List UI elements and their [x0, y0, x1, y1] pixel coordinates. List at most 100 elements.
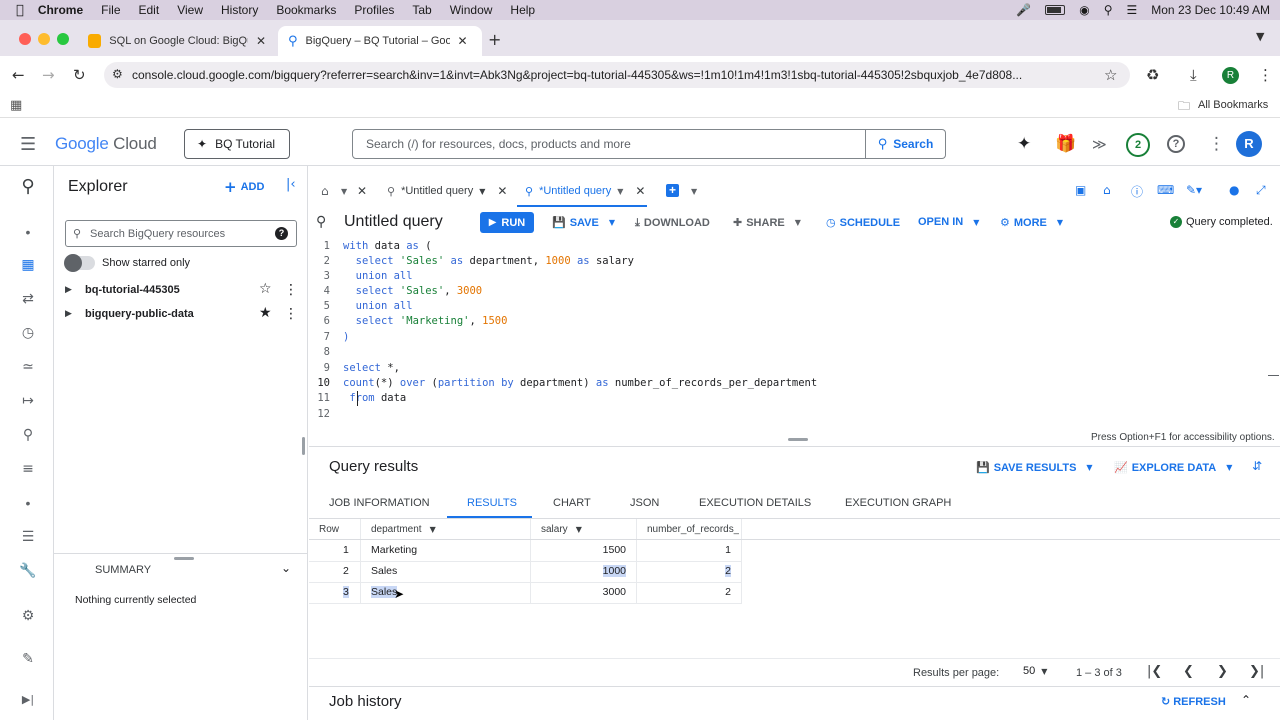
browser-menu-icon[interactable]: ⋮ — [1258, 66, 1273, 84]
share-button[interactable]: ✚ SHARE ▼ — [733, 216, 801, 229]
per-page-select[interactable]: 50 ▼ — [1023, 665, 1047, 677]
query-tab-active[interactable]: ⚲ *Untitled query ▼ ✕ — [525, 184, 645, 198]
explore-data-button[interactable]: 📈 EXPLORE DATA ▼ — [1114, 461, 1232, 474]
downloads-icon[interactable]: ⤓ — [1190, 66, 1197, 84]
menubar-file[interactable]: File — [101, 3, 120, 17]
menubar-window[interactable]: Window — [450, 3, 493, 17]
cell-salary[interactable]: 1500 — [540, 540, 626, 561]
menubar-profiles[interactable]: Profiles — [354, 3, 394, 17]
back-icon[interactable]: ← — [12, 66, 25, 84]
window-zoom-icon[interactable] — [57, 33, 69, 45]
tab-close-icon[interactable]: ✕ — [497, 184, 507, 198]
tab-search-icon[interactable]: ▼ — [1256, 30, 1264, 43]
previous-page-icon[interactable]: ❮ — [1183, 664, 1194, 679]
cell-department[interactable]: Marketing — [371, 540, 417, 561]
menubar-clock[interactable]: Mon 23 Dec 10:49 AM — [1151, 3, 1270, 17]
starred-toggle[interactable] — [64, 254, 95, 272]
google-cloud-logo[interactable]: Google Cloud — [55, 134, 157, 154]
monitoring-icon[interactable]: ☰ — [18, 529, 38, 545]
cell-salary[interactable]: 3000 — [540, 582, 626, 603]
save-button[interactable]: 💾 SAVE ▼ — [552, 216, 615, 229]
column-header-row[interactable]: Row — [319, 519, 339, 540]
new-query-button[interactable]: + — [666, 184, 679, 197]
format-query-icon[interactable]: ✎▾ — [1186, 183, 1202, 197]
expand-rail-icon[interactable]: ▶| — [18, 693, 38, 706]
gcp-search-input[interactable]: Search (/) for resources, docs, products… — [352, 129, 866, 159]
more-vert-icon[interactable]: ⋮ — [1208, 134, 1225, 154]
project-picker-button[interactable]: ✦ BQ Tutorial — [184, 129, 290, 159]
gift-icon[interactable]: 🎁 — [1055, 134, 1076, 154]
star-filled-icon[interactable]: ★ — [259, 305, 272, 321]
profile-avatar[interactable]: R — [1222, 67, 1239, 84]
site-info-icon[interactable]: ⚙ — [112, 67, 123, 81]
help-icon[interactable]: ? — [1167, 135, 1185, 153]
cell-salary-selected[interactable]: 1000 — [540, 561, 626, 582]
save-results-button[interactable]: 💾 SAVE RESULTS ▼ — [976, 461, 1093, 474]
menubar-history[interactable]: History — [221, 3, 258, 17]
lightbulb-icon[interactable]: ● — [1229, 183, 1239, 197]
reload-icon[interactable]: ↻ — [73, 66, 86, 84]
panel-layout-icon[interactable]: ▣ — [1075, 183, 1086, 197]
first-page-icon[interactable]: |❮ — [1147, 664, 1162, 679]
editor-scroll-marker[interactable] — [1268, 375, 1279, 376]
menubar-app-name[interactable]: Chrome — [38, 3, 83, 17]
microphone-icon[interactable]: 🎤 — [1016, 3, 1031, 17]
project-node-label[interactable]: bigquery-public-data — [85, 308, 194, 320]
tab-job-information[interactable]: JOB INFORMATION — [329, 497, 430, 509]
column-header-count[interactable]: number_of_records_ — [647, 519, 739, 540]
tab-close-icon[interactable]: ✕ — [635, 184, 645, 198]
cell-row-number[interactable]: 1 — [343, 540, 349, 561]
column-header-salary[interactable]: salary ▼ — [541, 519, 582, 540]
run-button[interactable]: ▶ RUN — [480, 212, 534, 233]
project-more-icon[interactable]: ⋮ — [284, 282, 298, 298]
home-tab-close-icon[interactable]: ✕ — [357, 184, 367, 198]
explorer-search-input[interactable]: ⚲ Search BigQuery resources ? — [65, 220, 297, 247]
rail-dot-icon[interactable]: • — [18, 224, 38, 240]
project-node-label[interactable]: bq-tutorial-445305 — [85, 284, 180, 296]
collapse-job-history-icon[interactable]: ⌃ — [1241, 693, 1251, 707]
apps-grid-icon[interactable]: ▦ — [10, 98, 22, 113]
tab-results[interactable]: RESULTS — [467, 497, 517, 509]
collapse-explorer-icon[interactable]: |‹ — [286, 177, 296, 192]
summary-title[interactable]: SUMMARY — [95, 564, 151, 576]
all-bookmarks-link[interactable]: All Bookmarks — [1198, 99, 1268, 111]
control-center-icon[interactable]: ☰ — [1127, 3, 1138, 17]
battery-icon[interactable] — [1045, 5, 1066, 15]
extensions-icon[interactable]: ♻ — [1146, 66, 1159, 84]
cell-department[interactable]: Sales — [371, 561, 397, 582]
tab-menu-icon[interactable]: ▼ — [617, 187, 623, 196]
expand-project-icon[interactable]: ▶ — [65, 285, 72, 295]
editor-results-resize-handle[interactable] — [788, 438, 808, 441]
browser-tab-sql-course[interactable]: SQL on Google Cloud: BigQu ✕ — [78, 26, 276, 56]
settings-gear-icon[interactable]: ⚙ — [18, 608, 38, 624]
cell-row-number-selected[interactable]: 3 — [343, 582, 349, 603]
forward-icon[interactable]: → — [42, 66, 55, 84]
schedule-button[interactable]: ◷ SCHEDULE — [826, 216, 900, 229]
analytics-hub-icon[interactable]: ≃ — [18, 359, 38, 375]
gcp-search-button[interactable]: ⚲ Search — [866, 129, 946, 159]
cell-count-selected[interactable]: 2 — [646, 561, 731, 582]
address-bar[interactable]: ⚙ console.cloud.google.com/bigquery?refe… — [104, 62, 1130, 88]
apple-icon[interactable]:  — [16, 3, 24, 18]
info-icon[interactable]: ⓘ — [1131, 183, 1143, 200]
bookmark-star-icon[interactable]: ☆ — [1104, 66, 1117, 84]
tab-close-icon[interactable]: ✕ — [458, 34, 468, 48]
partner-center-icon[interactable]: ≡ — [18, 461, 38, 477]
menubar-bookmarks[interactable]: Bookmarks — [276, 3, 336, 17]
menubar-edit[interactable]: Edit — [139, 3, 160, 17]
refresh-button[interactable]: ↻ REFRESH — [1161, 695, 1226, 708]
download-button[interactable]: ⤓ DOWNLOAD — [635, 216, 710, 230]
add-data-button[interactable]: + ADD — [224, 178, 264, 196]
menubar-tab[interactable]: Tab — [412, 3, 431, 17]
cell-row-number[interactable]: 2 — [343, 561, 349, 582]
menubar-help[interactable]: Help — [510, 3, 535, 17]
scheduled-queries-icon[interactable]: ◷ — [18, 325, 38, 341]
sql-editor[interactable]: 1 with data as ( 2 select 'Sales' as depa… — [309, 238, 1280, 434]
spotlight-search-icon[interactable]: ⚲ — [1104, 3, 1113, 17]
window-minimize-icon[interactable] — [38, 33, 50, 45]
tab-execution-graph[interactable]: EXECUTION GRAPH — [845, 497, 951, 509]
notifications-badge[interactable]: 2 — [1126, 133, 1150, 157]
home-tab-menu-icon[interactable]: ▼ — [341, 187, 347, 196]
tab-close-icon[interactable]: ✕ — [256, 34, 266, 48]
browser-tab-bigquery[interactable]: ⚲ BigQuery – BQ Tutorial – Goo ✕ — [278, 26, 482, 56]
